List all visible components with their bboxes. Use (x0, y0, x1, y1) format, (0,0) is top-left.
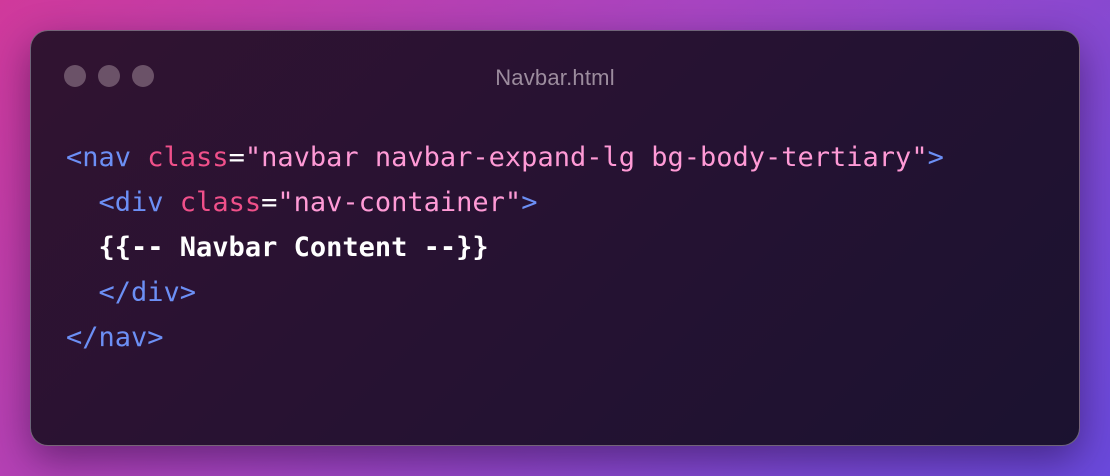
code-line-1: <nav class="navbar navbar-expand-lg bg-b… (66, 135, 944, 180)
tag-close-bracket: > (521, 187, 538, 218)
blade-comment: {{-- Navbar Content --}} (98, 232, 489, 263)
tag-close-bracket: > (927, 142, 944, 173)
div-close-tag: </div> (98, 277, 197, 308)
code-window: Navbar.html <nav class="navbar navbar-ex… (30, 30, 1080, 446)
equals-sign: = (261, 187, 278, 218)
equals-sign: = (228, 142, 245, 173)
window-title: Navbar.html (495, 65, 615, 90)
code-line-4: </div> (66, 270, 944, 315)
class-attribute: class (131, 142, 229, 173)
nav-open-tag: <nav (66, 142, 132, 173)
code-block: <nav class="navbar navbar-expand-lg bg-b… (66, 135, 944, 360)
code-line-2: <div class="nav-container"> (66, 180, 944, 225)
class-value: "navbar navbar-expand-lg bg-body-tertiar… (244, 142, 928, 173)
code-line-3: {{-- Navbar Content --}} (66, 225, 944, 270)
class-value: "nav-container" (277, 187, 522, 218)
window-titlebar: Navbar.html (31, 31, 1079, 121)
code-line-5: </nav> (66, 315, 944, 360)
nav-close-tag: </nav> (66, 322, 164, 353)
class-attribute: class (163, 187, 262, 218)
div-open-tag: <div (98, 187, 164, 218)
